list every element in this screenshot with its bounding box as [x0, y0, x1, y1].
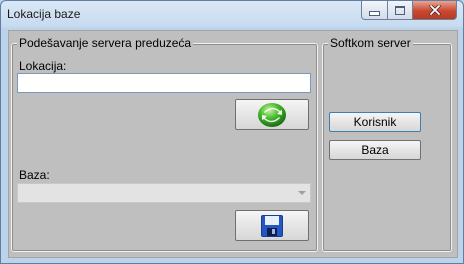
window-controls	[361, 1, 457, 20]
title-bar: Lokacija baze	[1, 1, 463, 28]
softkom-server-group: Softkom server Korisnik Baza	[322, 36, 452, 252]
close-icon	[428, 5, 441, 15]
chevron-down-icon	[298, 191, 306, 195]
database-label: Baza:	[19, 168, 50, 182]
save-button[interactable]	[235, 210, 309, 241]
minimize-button[interactable]	[361, 1, 388, 20]
dialog-body: Podešavanje servera preduzeća Lokacija:	[8, 30, 458, 258]
green-refresh-icon	[258, 102, 286, 127]
database-select[interactable]	[17, 183, 311, 203]
user-button[interactable]: Korisnik	[329, 112, 421, 132]
dialog-window: Lokacija baze Podešavanje servera preduz…	[0, 0, 464, 264]
maximize-icon	[395, 5, 405, 15]
softkom-server-legend: Softkom server	[328, 36, 413, 50]
company-server-legend: Podešavanje servera preduzeća	[17, 36, 194, 50]
company-server-group: Podešavanje servera preduzeća Lokacija:	[11, 36, 318, 252]
close-button[interactable]	[413, 1, 457, 20]
location-input[interactable]	[17, 73, 311, 93]
database-button[interactable]: Baza	[329, 140, 421, 160]
floppy-disk-icon	[261, 214, 283, 237]
location-label: Lokacija:	[19, 59, 67, 73]
maximize-button[interactable]	[388, 1, 413, 20]
window-title: Lokacija baze	[7, 7, 81, 21]
connect-button[interactable]	[235, 99, 309, 130]
minimize-icon	[369, 11, 380, 16]
